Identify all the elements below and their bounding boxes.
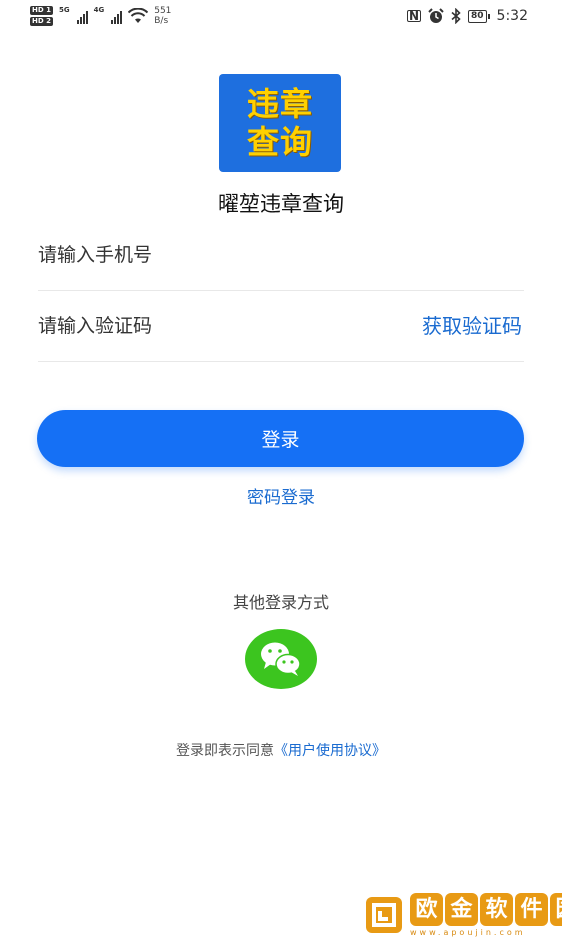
login-button[interactable]: 登录 xyxy=(37,410,524,467)
user-agreement-link[interactable]: 《用户使用协议》 xyxy=(274,743,386,759)
watermark-char: 件 xyxy=(515,893,548,926)
speed-value: 551 xyxy=(154,6,172,16)
signal-1-icon xyxy=(76,10,88,24)
watermark-char: 欧 xyxy=(410,893,443,926)
network-4g-label: 4G xyxy=(93,6,105,14)
hd1-badge: HD 1 xyxy=(30,6,53,15)
watermark-text: 欧 金 软 件 园 xyxy=(410,893,562,926)
nfc-icon: N xyxy=(406,9,422,23)
get-code-button[interactable]: 获取验证码 xyxy=(422,291,522,361)
clock: 5:32 xyxy=(496,8,528,24)
other-login-label: 其他登录方式 xyxy=(232,593,329,612)
wechat-icon xyxy=(261,642,301,676)
signal-2-icon xyxy=(111,10,123,24)
app-title: 曜堃违章查询 xyxy=(218,192,344,216)
agreement-text: 登录即表示同意《用户使用协议》 xyxy=(0,740,562,760)
app-logo-line1: 违章 xyxy=(246,85,313,123)
battery-icon: 80 xyxy=(468,9,490,23)
bluetooth-icon xyxy=(451,8,461,24)
watermark-char: 软 xyxy=(480,893,513,926)
status-bar: HD 1 HD 2 5G 4G 551 B/s N 80 5:32 xyxy=(0,0,562,36)
network-5g-label: 5G xyxy=(58,6,70,14)
watermark-char: 金 xyxy=(445,893,478,926)
password-login-link[interactable]: 密码登录 xyxy=(0,483,562,508)
code-input[interactable] xyxy=(38,291,378,361)
watermark-logo-icon xyxy=(366,897,402,933)
wechat-login-button[interactable] xyxy=(245,629,317,689)
alarm-icon xyxy=(428,8,444,23)
network-speed: 551 B/s xyxy=(154,6,171,26)
status-right: N 80 5:32 xyxy=(406,8,528,24)
phone-field-row xyxy=(38,220,524,291)
phone-input[interactable] xyxy=(38,220,378,290)
watermark-url: www.apoujin.com xyxy=(410,928,526,937)
app-logo: 违章 查询 xyxy=(219,74,341,172)
app-logo-line2: 查询 xyxy=(246,123,313,161)
status-left: HD 1 HD 2 5G 4G 551 B/s xyxy=(30,6,171,26)
wifi-icon xyxy=(128,8,149,23)
watermark-char: 园 xyxy=(550,893,562,926)
code-field-row: 获取验证码 xyxy=(38,291,524,362)
battery-level: 80 xyxy=(468,9,487,23)
agreement-prefix: 登录即表示同意 xyxy=(176,743,274,759)
hd2-badge: HD 2 xyxy=(30,17,53,26)
speed-unit: B/s xyxy=(154,16,169,26)
